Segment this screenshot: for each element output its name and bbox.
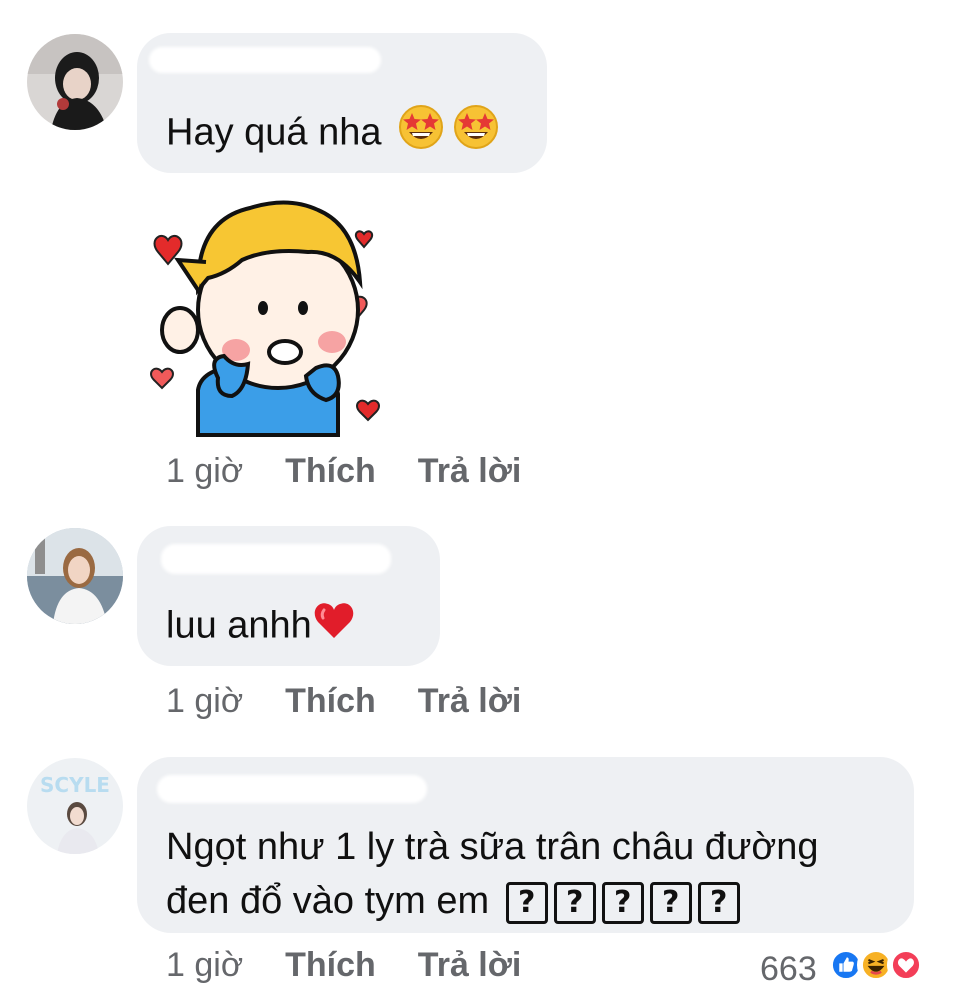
star-struck-face-icon (398, 104, 444, 165)
red-heart-icon (312, 598, 356, 657)
redacted-author-name (157, 775, 427, 803)
comment-text: Hay quá nha (166, 104, 499, 165)
love-reaction-icon (886, 946, 925, 993)
comment-text: Ngọt như 1 ly trà sữa trân châu đường đe… (166, 826, 819, 924)
comment-actions: 1 giờ Thích Trả lời (166, 452, 563, 491)
like-button[interactable]: Thích (285, 946, 376, 985)
comment-timestamp[interactable]: 1 giờ (166, 452, 243, 491)
avatar[interactable] (27, 34, 123, 130)
star-struck-face-icon (453, 104, 499, 165)
redacted-author-name (149, 47, 381, 73)
boy-with-hearts-sticker[interactable] (138, 190, 398, 440)
reply-button[interactable]: Trả lời (418, 946, 522, 985)
avatar[interactable] (27, 528, 123, 624)
reaction-summary[interactable]: 663 (760, 946, 925, 993)
avatar[interactable]: SCYLE (27, 758, 123, 854)
reaction-count: 663 (760, 950, 817, 988)
reply-button[interactable]: Trả lời (418, 682, 522, 721)
svg-text:SCYLE: SCYLE (40, 773, 110, 797)
unsupported-emoji-icon: ????? (505, 880, 746, 924)
comment-timestamp[interactable]: 1 giờ (166, 946, 243, 985)
comment-timestamp[interactable]: 1 giờ (166, 682, 243, 721)
redacted-author-name (161, 544, 391, 574)
reply-button[interactable]: Trả lời (418, 452, 522, 491)
comment-actions: 1 giờ Thích Trả lời (166, 946, 563, 985)
like-button[interactable]: Thích (285, 452, 376, 491)
like-button[interactable]: Thích (285, 682, 376, 721)
comment-thread: Hay quá nha 1 giờ Thích Trả lời luu anhh… (0, 0, 978, 1000)
comment-actions: 1 giờ Thích Trả lời (166, 682, 563, 721)
comment-text: luu anhh (166, 598, 356, 657)
